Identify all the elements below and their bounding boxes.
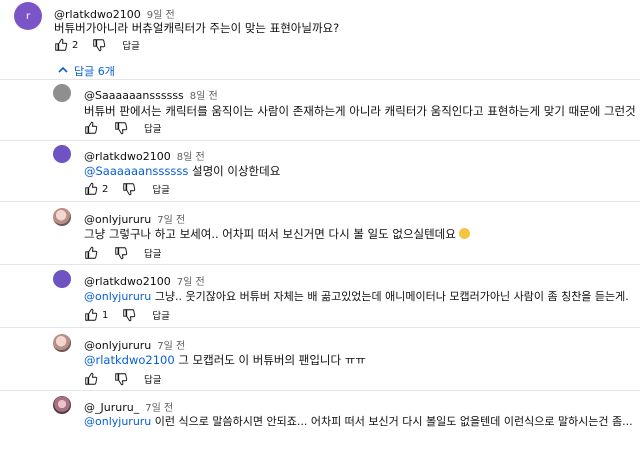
dislike-icon[interactable] — [114, 246, 128, 260]
reply-author[interactable]: @rlatkdwo2100 — [84, 150, 171, 163]
reply-text: 버튜버 판에서는 캐릭터를 움직이는 사람이 존재하는게 아니라 캐릭터가 움직… — [84, 103, 640, 119]
comment-text: 버튜버가아니라 버츄얼캐릭터가 주는이 맞는 표현아닐까요? — [54, 21, 340, 35]
reply-body: 버튜버 판에서는 캐릭터를 움직이는 사람이 존재하는게 아니라 캐릭터가 움직… — [84, 104, 640, 118]
avatar[interactable] — [53, 84, 71, 102]
reply-actions: 1 답글 — [84, 308, 170, 322]
avatar[interactable] — [53, 270, 71, 288]
reply-text: 그냥 그렇구나 하고 보세여.. 어차피 떠서 보신거면 다시 볼 일도 없으실… — [84, 226, 470, 242]
reply-author[interactable]: @Saaaaaanssssss — [84, 89, 184, 102]
chevron-up-icon — [58, 65, 68, 78]
reply-body: 이런 식으로 말씀하시면 안되죠... 어차피 떠서 보신거 다시 볼일도 없을… — [151, 415, 633, 428]
like-icon[interactable] — [54, 38, 68, 52]
reply-header: @onlyjururu 7일 전 — [84, 208, 185, 227]
avatar[interactable] — [53, 208, 71, 226]
divider — [0, 79, 640, 80]
reply-actions: 2 답글 — [84, 182, 170, 196]
comment-actions: 2 답글 — [54, 38, 140, 52]
dislike-icon[interactable] — [122, 182, 136, 196]
dislike-icon[interactable] — [114, 372, 128, 386]
reply-body: 설명이 이상한데요 — [188, 164, 281, 178]
reply-time[interactable]: 7일 전 — [157, 341, 185, 352]
reply-author[interactable]: @onlyjururu — [84, 339, 151, 352]
reply-button[interactable]: 답글 — [152, 308, 169, 322]
dislike-icon[interactable] — [122, 308, 136, 322]
reply-text: @rlatkdwo2100 그 모캡러도 이 버튜버의 팬입니다 ㅠㅠ — [84, 352, 366, 368]
like-count: 2 — [102, 183, 109, 195]
dislike-icon[interactable] — [114, 121, 128, 135]
avatar[interactable] — [53, 145, 71, 163]
reply-button[interactable]: 답글 — [152, 182, 169, 196]
reply-actions: 답글 — [84, 372, 161, 386]
reply-actions: 답글 — [84, 121, 161, 135]
reply-body: 그냥.. 웃기잖아요 버튜버 자체는 배 곪고있었는데 애니메이터나 모캡러가아… — [151, 290, 629, 303]
reply-time[interactable]: 8일 전 — [190, 91, 218, 102]
like-count: 1 — [102, 309, 109, 321]
divider — [0, 140, 640, 141]
mention-link[interactable]: @rlatkdwo2100 — [84, 353, 175, 367]
reply-time[interactable]: 8일 전 — [177, 152, 205, 163]
replies-toggle[interactable]: 답글 6개 — [58, 63, 115, 79]
reply-text: @onlyjururu 이런 식으로 말씀하시면 안되죠... 어차피 떠서 보… — [84, 413, 633, 429]
like-icon[interactable] — [84, 182, 98, 196]
reply-button[interactable]: 답글 — [144, 372, 161, 386]
like-icon[interactable] — [84, 121, 98, 135]
reply-time[interactable]: 7일 전 — [177, 277, 205, 288]
dislike-icon[interactable] — [92, 38, 106, 52]
like-icon[interactable] — [84, 372, 98, 386]
reply-author[interactable]: @onlyjururu — [84, 213, 151, 226]
divider — [0, 264, 640, 265]
reply-header: @rlatkdwo2100 7일 전 — [84, 270, 205, 289]
avatar[interactable] — [53, 334, 71, 352]
avatar[interactable]: r — [14, 2, 42, 30]
avatar[interactable] — [53, 396, 71, 414]
reply-body: 그냥 그렇구나 하고 보세여.. 어차피 떠서 보신거면 다시 볼 일도 없으실… — [84, 227, 456, 241]
divider — [0, 327, 640, 328]
mention-link[interactable]: @onlyjururu — [84, 415, 151, 428]
reply-header: @Saaaaaanssssss 8일 전 — [84, 84, 218, 103]
reply-button[interactable]: 답글 — [144, 246, 161, 260]
reply-author[interactable]: @rlatkdwo2100 — [84, 275, 171, 288]
reply-header: @onlyjururu 7일 전 — [84, 334, 185, 353]
like-icon[interactable] — [84, 246, 98, 260]
mention-link[interactable]: @onlyjururu — [84, 290, 151, 303]
reply-text: @onlyjururu 그냥.. 웃기잖아요 버튜버 자체는 배 곪고있었는데 … — [84, 288, 629, 304]
smile-emoji-icon — [458, 228, 470, 239]
reply-header: @rlatkdwo2100 8일 전 — [84, 145, 205, 164]
like-icon[interactable] — [84, 308, 98, 322]
replies-toggle-label: 답글 6개 — [74, 65, 115, 78]
mention-link[interactable]: @Saaaaaanssssss — [84, 164, 188, 178]
reply-button[interactable]: 답글 — [122, 38, 139, 52]
reply-actions: 답글 — [84, 246, 161, 260]
divider — [0, 201, 640, 202]
reply-button[interactable]: 답글 — [144, 121, 161, 135]
reply-time[interactable]: 7일 전 — [157, 215, 185, 226]
divider — [0, 390, 640, 391]
reply-body: 그 모캡러도 이 버튜버의 팬입니다 ㅠㅠ — [174, 353, 366, 367]
like-count: 2 — [72, 39, 79, 51]
reply-text: @Saaaaaanssssss 설명이 이상한데요 — [84, 163, 280, 179]
